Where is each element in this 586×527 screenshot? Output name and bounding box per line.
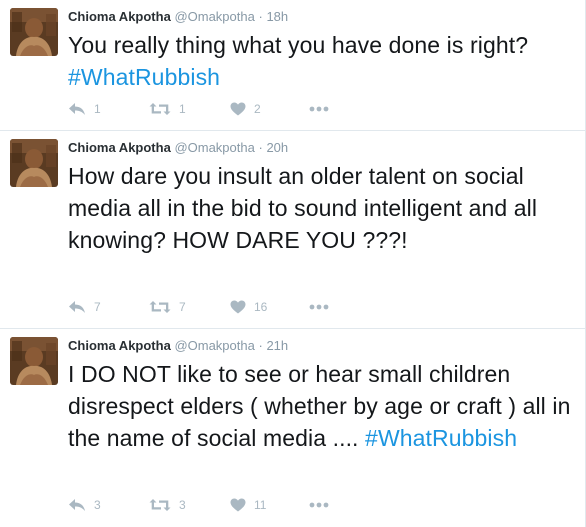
hashtag-link[interactable]: #WhatRubbish bbox=[365, 425, 517, 451]
tweet[interactable]: Chioma Akpotha @Omakpotha · 20h How dare… bbox=[0, 131, 585, 329]
more-button[interactable] bbox=[309, 495, 339, 515]
author-handle[interactable]: @Omakpotha bbox=[174, 9, 254, 24]
more-button[interactable] bbox=[309, 297, 339, 317]
separator: · bbox=[258, 338, 263, 353]
author-handle[interactable]: @Omakpotha bbox=[174, 338, 254, 353]
tweet-actions: 1 1 2 bbox=[68, 99, 339, 119]
avatar[interactable] bbox=[10, 139, 58, 187]
like-count: 11 bbox=[254, 498, 267, 512]
tweet-text: You really thing what you have done is r… bbox=[68, 29, 573, 93]
more-button[interactable] bbox=[309, 99, 339, 119]
tweet-text-body: How dare you insult an older talent on s… bbox=[68, 163, 538, 253]
separator: · bbox=[258, 9, 263, 24]
tweet-header: Chioma Akpotha @Omakpotha · 18h bbox=[68, 8, 573, 26]
retweet-count: 3 bbox=[179, 498, 186, 512]
retweet-icon bbox=[149, 300, 171, 314]
heart-icon bbox=[230, 102, 246, 116]
retweet-button[interactable]: 1 bbox=[149, 99, 230, 119]
hashtag-link[interactable]: #WhatRubbish bbox=[68, 64, 220, 90]
author-handle[interactable]: @Omakpotha bbox=[174, 140, 254, 155]
more-dots-icon bbox=[309, 106, 329, 112]
reply-icon bbox=[68, 300, 86, 314]
reply-count: 1 bbox=[94, 102, 101, 116]
more-dots-icon bbox=[309, 502, 329, 508]
like-count: 16 bbox=[254, 300, 268, 314]
avatar[interactable] bbox=[10, 337, 58, 385]
tweet-text: I DO NOT like to see or hear small child… bbox=[68, 358, 573, 454]
author-name[interactable]: Chioma Akpotha bbox=[68, 338, 171, 353]
tweet-time[interactable]: 21h bbox=[266, 338, 288, 353]
reply-button[interactable]: 7 bbox=[68, 297, 149, 317]
heart-icon bbox=[230, 300, 246, 314]
avatar[interactable] bbox=[10, 8, 58, 56]
retweet-count: 7 bbox=[179, 300, 186, 314]
like-button[interactable]: 2 bbox=[230, 99, 309, 119]
reply-icon bbox=[68, 498, 86, 512]
author-name[interactable]: Chioma Akpotha bbox=[68, 9, 171, 24]
tweet-header: Chioma Akpotha @Omakpotha · 20h bbox=[68, 139, 573, 157]
heart-icon bbox=[230, 498, 246, 512]
retweet-icon bbox=[149, 498, 171, 512]
tweet-text-body: You really thing what you have done is r… bbox=[68, 32, 529, 58]
tweet-timeline: Chioma Akpotha @Omakpotha · 18h You real… bbox=[0, 0, 586, 527]
retweet-button[interactable]: 7 bbox=[149, 297, 230, 317]
reply-count: 3 bbox=[94, 498, 101, 512]
tweet-time[interactable]: 18h bbox=[266, 9, 288, 24]
reply-icon bbox=[68, 102, 86, 116]
more-dots-icon bbox=[309, 304, 329, 310]
separator: · bbox=[258, 140, 263, 155]
tweet-text: How dare you insult an older talent on s… bbox=[68, 160, 573, 256]
retweet-count: 1 bbox=[179, 102, 186, 116]
like-button[interactable]: 11 bbox=[230, 495, 309, 515]
retweet-button[interactable]: 3 bbox=[149, 495, 230, 515]
tweet-header: Chioma Akpotha @Omakpotha · 21h bbox=[68, 337, 573, 355]
tweet-actions: 7 7 16 bbox=[68, 297, 339, 317]
like-count: 2 bbox=[254, 102, 261, 116]
tweet-time[interactable]: 20h bbox=[266, 140, 288, 155]
like-button[interactable]: 16 bbox=[230, 297, 309, 317]
reply-button[interactable]: 1 bbox=[68, 99, 149, 119]
tweet-actions: 3 3 11 bbox=[68, 495, 339, 515]
tweet[interactable]: Chioma Akpotha @Omakpotha · 21h I DO NOT… bbox=[0, 329, 585, 526]
retweet-icon bbox=[149, 102, 171, 116]
reply-count: 7 bbox=[94, 300, 101, 314]
author-name[interactable]: Chioma Akpotha bbox=[68, 140, 171, 155]
reply-button[interactable]: 3 bbox=[68, 495, 149, 515]
tweet[interactable]: Chioma Akpotha @Omakpotha · 18h You real… bbox=[0, 0, 585, 131]
